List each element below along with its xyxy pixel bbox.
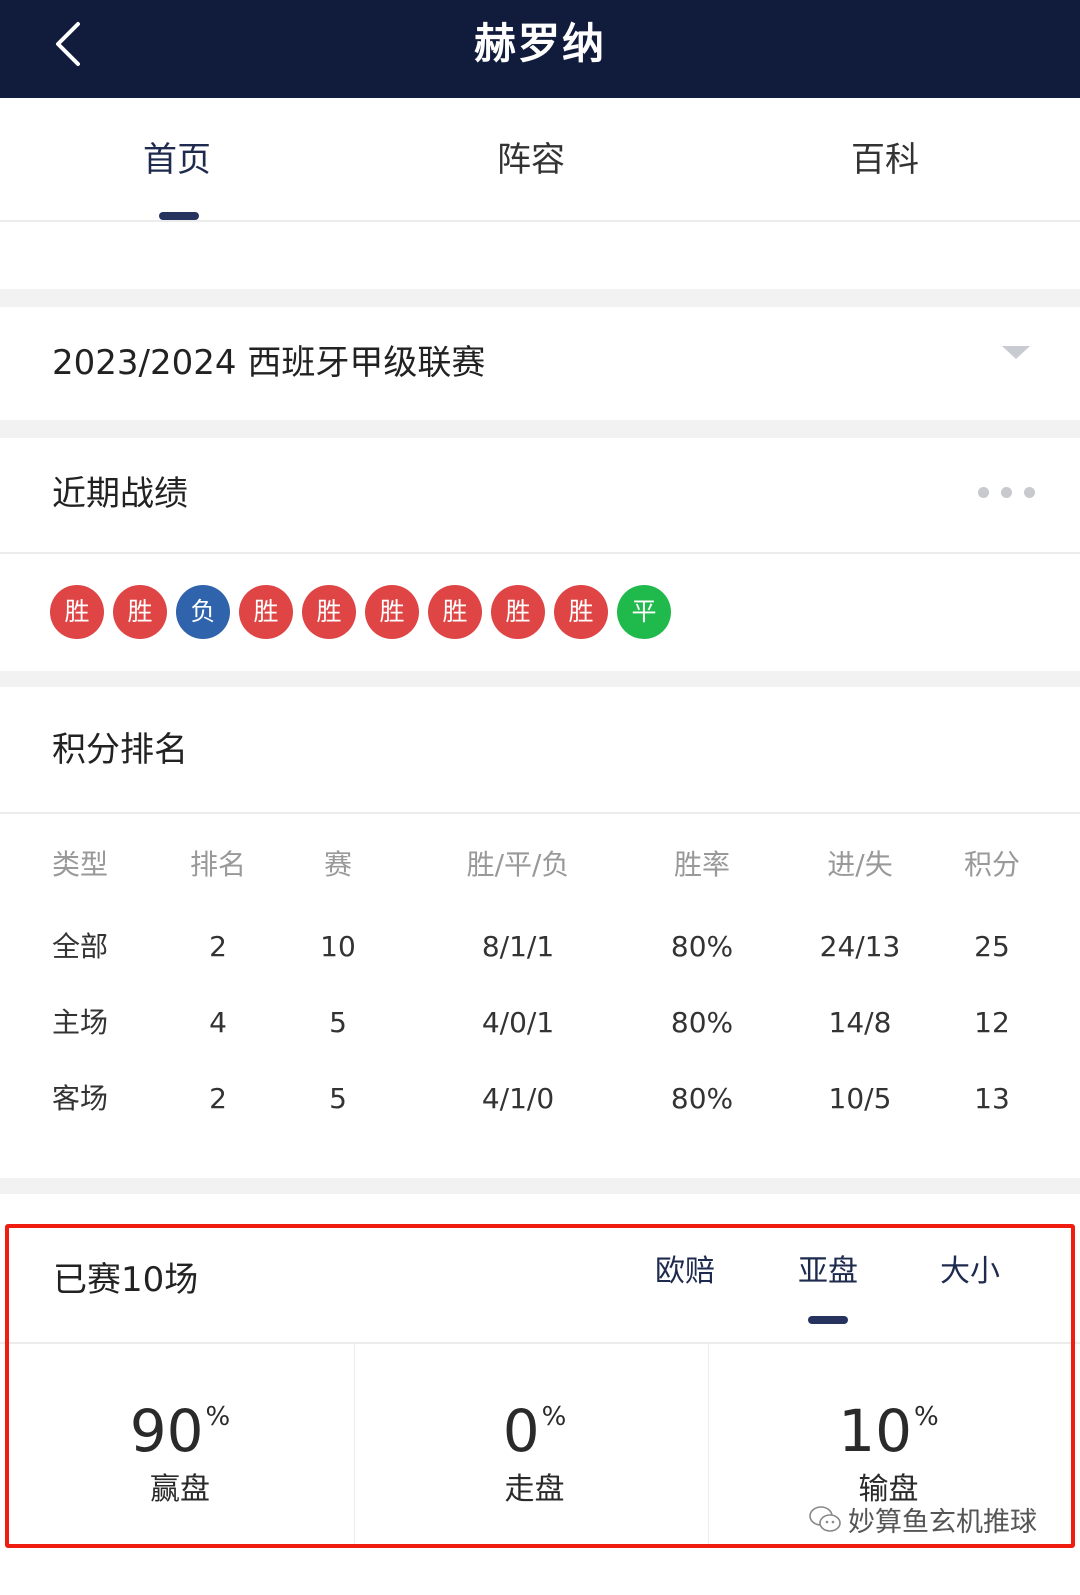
column-header: 积分 bbox=[963, 848, 1020, 881]
table-cell: 5 bbox=[329, 1082, 347, 1115]
result-badge: 平 bbox=[617, 585, 671, 639]
watermark: 妙算鱼玄机推球 bbox=[808, 1500, 1037, 1539]
recent-form-title: 近期战绩 bbox=[52, 474, 188, 514]
main-tabs: 首页 阵容 百科 bbox=[0, 98, 1080, 222]
result-badge: 负 bbox=[176, 585, 230, 639]
watermark-text: 妙算鱼玄机推球 bbox=[848, 1507, 1037, 1538]
column-header: 类型 bbox=[52, 848, 109, 881]
result-badge: 胜 bbox=[365, 585, 419, 639]
season-label: 2023/2024 西班牙甲级联赛 bbox=[52, 343, 486, 383]
table-cell: 8/1/1 bbox=[481, 930, 555, 963]
tab-wiki[interactable]: 百科 bbox=[785, 138, 985, 182]
standings-title: 积分排名 bbox=[52, 730, 188, 770]
result-badge: 胜 bbox=[239, 585, 293, 639]
table-cell: 80% bbox=[670, 930, 734, 963]
table-cell: 14/8 bbox=[828, 1006, 892, 1039]
wechat-icon bbox=[809, 1505, 841, 1532]
result-badge: 胜 bbox=[302, 585, 356, 639]
tab-home[interactable]: 首页 bbox=[77, 138, 277, 182]
table-cell: 4/1/0 bbox=[481, 1082, 555, 1115]
table-row: 全部 2 10 8/1/1 80% 24/13 25 bbox=[0, 922, 1080, 972]
column-header: 胜率 bbox=[673, 848, 730, 881]
result-badge: 胜 bbox=[113, 585, 167, 639]
column-header: 赛 bbox=[323, 848, 352, 881]
table-cell: 2 bbox=[209, 1082, 227, 1115]
table-cell: 80% bbox=[670, 1082, 734, 1115]
result-badge: 胜 bbox=[50, 585, 104, 639]
recent-results: 胜 胜 负 胜 胜 胜 胜 胜 胜 平 bbox=[50, 585, 671, 639]
table-cell: 5 bbox=[329, 1006, 347, 1039]
column-header: 胜/平/负 bbox=[466, 848, 570, 881]
section-divider bbox=[0, 289, 1080, 307]
more-dots-icon[interactable] bbox=[978, 487, 1035, 498]
table-cell: 80% bbox=[670, 1006, 734, 1039]
result-badge: 胜 bbox=[428, 585, 482, 639]
column-header: 排名 bbox=[189, 848, 246, 881]
table-cell: 10/5 bbox=[828, 1082, 892, 1115]
table-cell: 25 bbox=[974, 930, 1010, 963]
table-cell: 全部 bbox=[52, 930, 109, 963]
table-cell: 24/13 bbox=[819, 930, 901, 963]
standings-header: 积分排名 bbox=[0, 687, 1080, 814]
table-row: 主场 4 5 4/0/1 80% 14/8 12 bbox=[0, 998, 1080, 1048]
recent-form-header: 近期战绩 bbox=[0, 438, 1080, 554]
tab-lineup[interactable]: 阵容 bbox=[431, 138, 631, 182]
table-cell: 2 bbox=[209, 930, 227, 963]
dropdown-triangle-icon bbox=[1002, 346, 1030, 359]
result-badge: 胜 bbox=[554, 585, 608, 639]
table-cell: 主场 bbox=[52, 1006, 109, 1039]
table-cell: 客场 bbox=[52, 1082, 109, 1115]
table-header-row: 类型 排名 赛 胜/平/负 胜率 进/失 积分 bbox=[0, 840, 1080, 890]
table-row: 客场 2 5 4/1/0 80% 10/5 13 bbox=[0, 1074, 1080, 1124]
section-divider bbox=[0, 420, 1080, 438]
table-cell: 4 bbox=[209, 1006, 227, 1039]
column-header: 进/失 bbox=[827, 848, 893, 881]
table-cell: 12 bbox=[974, 1006, 1010, 1039]
table-cell: 4/0/1 bbox=[481, 1006, 555, 1039]
table-cell: 10 bbox=[320, 930, 356, 963]
result-badge: 胜 bbox=[491, 585, 545, 639]
table-cell: 13 bbox=[974, 1082, 1010, 1115]
section-divider bbox=[0, 671, 1080, 687]
top-bar: 赫罗纳 bbox=[0, 0, 1080, 98]
active-tab-indicator bbox=[159, 212, 199, 220]
section-divider bbox=[0, 1178, 1080, 1194]
page-title: 赫罗纳 bbox=[473, 19, 606, 68]
season-selector[interactable]: 2023/2024 西班牙甲级联赛 bbox=[0, 307, 1080, 420]
